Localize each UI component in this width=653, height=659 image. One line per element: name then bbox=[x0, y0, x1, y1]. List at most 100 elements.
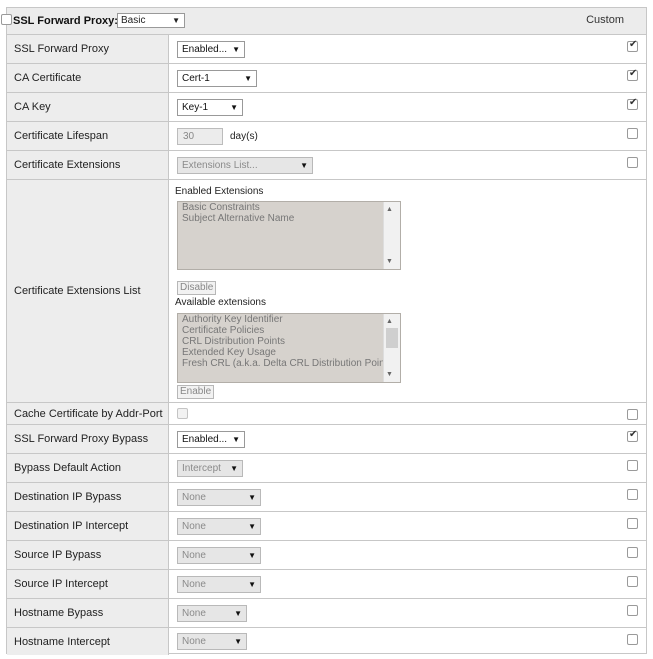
ssl-forward-proxy-bypass-checkbox[interactable] bbox=[627, 429, 638, 442]
chevron-down-icon: ▼ bbox=[300, 161, 308, 170]
select-value: None bbox=[182, 550, 206, 561]
scroll-up-icon[interactable]: ▲ bbox=[386, 204, 393, 215]
certificate-extensions-select[interactable]: Extensions List... ▼ bbox=[177, 157, 313, 174]
destination-ip-intercept-select[interactable]: None ▼ bbox=[177, 518, 261, 535]
row-certificate-extensions-list: Certificate Extensions List Enabled Exte… bbox=[7, 180, 646, 403]
row-label: SSL Forward Proxy Bypass bbox=[14, 433, 149, 445]
enable-button[interactable]: Enable bbox=[177, 385, 215, 399]
custom-label: Custom bbox=[586, 14, 624, 26]
row-label: Cache Certificate by Addr-Port bbox=[14, 407, 163, 420]
disable-button[interactable]: Disable bbox=[177, 281, 217, 295]
row-label: CA Key bbox=[14, 101, 51, 113]
list-item[interactable]: Basic Constraints bbox=[178, 202, 400, 213]
scrollbar-thumb[interactable] bbox=[386, 328, 398, 348]
select-value: None bbox=[182, 492, 206, 503]
hostname-intercept-checkbox[interactable] bbox=[627, 634, 638, 645]
list-item[interactable]: CRL Distribution Points bbox=[178, 336, 400, 347]
destination-ip-intercept-checkbox[interactable] bbox=[627, 518, 638, 529]
list-item[interactable]: Extended Key Usage bbox=[178, 347, 400, 358]
row-destination-ip-bypass: Destination IP Bypass None ▼ bbox=[7, 483, 646, 512]
row-label: Hostname Intercept bbox=[14, 635, 110, 648]
list-item[interactable]: Subject Alternative Name bbox=[178, 213, 400, 224]
row-label: SSL Forward Proxy bbox=[14, 43, 109, 55]
row-bypass-default-action: Bypass Default Action Intercept ▼ bbox=[7, 454, 646, 483]
source-ip-bypass-checkbox[interactable] bbox=[627, 547, 638, 558]
scrollbar[interactable]: ▲ ▼ bbox=[383, 314, 400, 382]
row-label: CA Certificate bbox=[14, 72, 82, 84]
scroll-down-icon[interactable]: ▼ bbox=[386, 256, 393, 267]
select-value: Cert-1 bbox=[182, 73, 210, 84]
bypass-default-action-select[interactable]: Intercept ▼ bbox=[177, 460, 243, 477]
list-item[interactable]: Certificate Policies bbox=[178, 325, 400, 336]
certificate-extensions-checkbox[interactable] bbox=[627, 157, 638, 168]
row-label: Source IP Intercept bbox=[14, 578, 108, 590]
row-label: Certificate Extensions bbox=[14, 159, 121, 171]
chevron-down-icon: ▼ bbox=[232, 45, 240, 54]
row-source-ip-intercept: Source IP Intercept None ▼ bbox=[7, 570, 646, 599]
ca-key-checkbox[interactable] bbox=[627, 97, 638, 110]
custom-checkbox[interactable] bbox=[1, 14, 12, 25]
row-certificate-lifespan: Certificate Lifespan 30 day(s) bbox=[7, 122, 646, 151]
scrollbar[interactable]: ▲ ▼ bbox=[383, 202, 400, 269]
row-ca-certificate: CA Certificate Cert-1 ▼ bbox=[7, 64, 646, 93]
row-label: Certificate Extensions List bbox=[14, 285, 141, 297]
hostname-bypass-checkbox[interactable] bbox=[627, 605, 638, 616]
ca-key-select[interactable]: Key-1 ▼ bbox=[177, 99, 243, 116]
chevron-down-icon: ▼ bbox=[248, 493, 256, 502]
chevron-down-icon: ▼ bbox=[234, 637, 242, 646]
source-ip-intercept-select[interactable]: None ▼ bbox=[177, 576, 261, 593]
panel-header: SSL Forward Proxy: Basic ▼ Custom bbox=[1, 8, 646, 35]
select-value: Extensions List... bbox=[182, 160, 258, 171]
list-item[interactable]: Authority Key Identifier bbox=[178, 314, 400, 325]
chevron-down-icon: ▼ bbox=[248, 580, 256, 589]
cache-certificate-toggle[interactable] bbox=[177, 408, 188, 419]
row-ssl-forward-proxy-bypass: SSL Forward Proxy Bypass Enabled... ▼ bbox=[7, 425, 646, 454]
select-value: Enabled... bbox=[182, 44, 228, 55]
certificate-lifespan-checkbox[interactable] bbox=[627, 128, 638, 139]
source-ip-bypass-select[interactable]: None ▼ bbox=[177, 547, 261, 564]
mode-select[interactable]: Basic ▼ bbox=[117, 13, 185, 28]
enabled-extensions-list[interactable]: Basic Constraints Subject Alternative Na… bbox=[177, 201, 401, 270]
row-ssl-forward-proxy: SSL Forward Proxy Enabled... ▼ bbox=[7, 35, 646, 64]
select-value: Intercept bbox=[182, 463, 221, 474]
lifespan-unit: day(s) bbox=[230, 131, 258, 142]
source-ip-intercept-checkbox[interactable] bbox=[627, 576, 638, 587]
chevron-down-icon: ▼ bbox=[248, 551, 256, 560]
row-label: Bypass Default Action bbox=[14, 462, 122, 474]
chevron-down-icon: ▼ bbox=[248, 522, 256, 531]
cache-certificate-checkbox[interactable] bbox=[627, 409, 638, 420]
chevron-down-icon: ▼ bbox=[172, 16, 180, 25]
ssl-forward-proxy-select[interactable]: Enabled... ▼ bbox=[177, 41, 245, 58]
row-label: Destination IP Intercept bbox=[14, 520, 129, 532]
scroll-down-icon[interactable]: ▼ bbox=[386, 369, 393, 380]
row-label: Hostname Bypass bbox=[14, 607, 104, 619]
bypass-default-action-checkbox[interactable] bbox=[627, 460, 638, 471]
row-label: Destination IP Bypass bbox=[14, 491, 122, 503]
ca-certificate-checkbox[interactable] bbox=[627, 68, 638, 81]
enabled-extensions-title: Enabled Extensions bbox=[175, 186, 264, 197]
chevron-down-icon: ▼ bbox=[230, 103, 238, 112]
row-destination-ip-intercept: Destination IP Intercept None ▼ bbox=[7, 512, 646, 541]
list-item[interactable]: Fresh CRL (a.k.a. Delta CRL Distribution… bbox=[178, 358, 400, 369]
ssl-forward-proxy-bypass-select[interactable]: Enabled... ▼ bbox=[177, 431, 245, 448]
ssl-forward-proxy-panel: SSL Forward Proxy: Basic ▼ Custom SSL Fo… bbox=[1, 7, 647, 655]
destination-ip-bypass-select[interactable]: None ▼ bbox=[177, 489, 261, 506]
row-hostname-bypass: Hostname Bypass None ▼ bbox=[7, 599, 646, 628]
hostname-bypass-select[interactable]: None ▼ bbox=[177, 605, 247, 622]
row-ca-key: CA Key Key-1 ▼ bbox=[7, 93, 646, 122]
row-hostname-intercept: Hostname Intercept None ▼ bbox=[7, 628, 646, 655]
ssl-forward-proxy-checkbox[interactable] bbox=[627, 39, 638, 52]
certificate-lifespan-input[interactable]: 30 bbox=[177, 128, 223, 145]
available-extensions-title: Available extensions bbox=[175, 297, 266, 308]
chevron-down-icon: ▼ bbox=[232, 435, 240, 444]
available-extensions-list[interactable]: Authority Key Identifier Certificate Pol… bbox=[177, 313, 401, 383]
chevron-down-icon: ▼ bbox=[244, 74, 252, 83]
destination-ip-bypass-checkbox[interactable] bbox=[627, 489, 638, 500]
row-label: Source IP Bypass bbox=[14, 549, 102, 561]
ca-certificate-select[interactable]: Cert-1 ▼ bbox=[177, 70, 257, 87]
mode-select-value: Basic bbox=[121, 15, 146, 26]
scroll-up-icon[interactable]: ▲ bbox=[386, 316, 393, 327]
hostname-intercept-select[interactable]: None ▼ bbox=[177, 633, 247, 650]
row-label: Certificate Lifespan bbox=[14, 130, 109, 142]
chevron-down-icon: ▼ bbox=[230, 464, 238, 473]
